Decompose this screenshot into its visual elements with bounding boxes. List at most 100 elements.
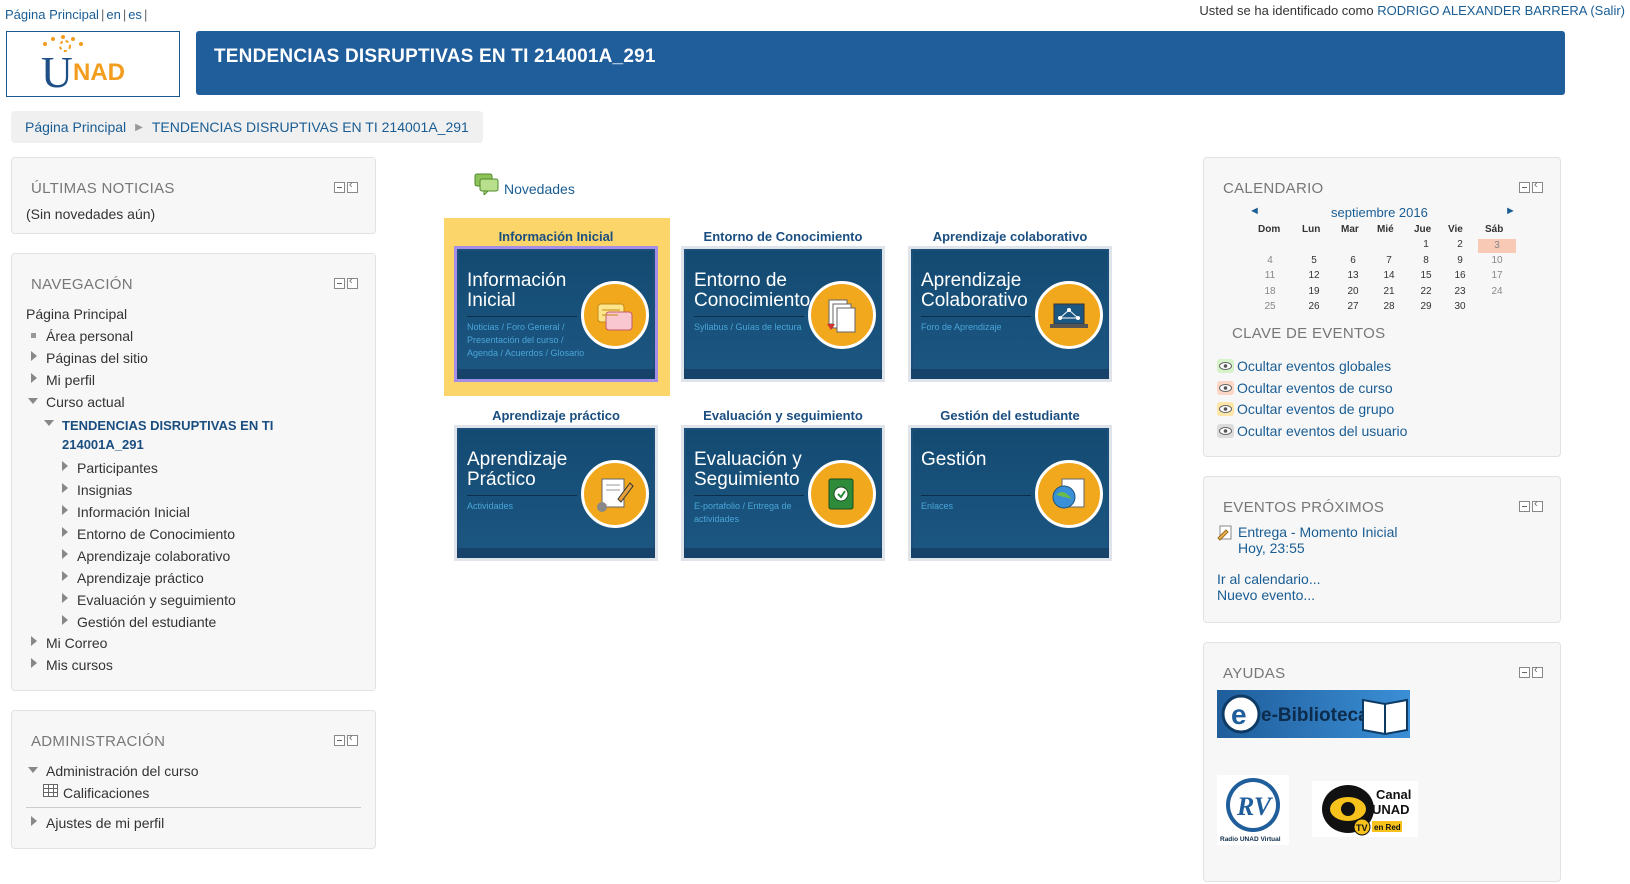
nav-course-item-badges[interactable]: Insignias [77,482,132,498]
calendar-day[interactable]: 23 [1450,286,1470,297]
calendar-day[interactable]: 24 [1487,286,1507,297]
minimize-icon[interactable] [1519,667,1530,678]
nav-course-item-initial-info[interactable]: Información Inicial [77,504,190,520]
nav-site-pages[interactable]: Páginas del sitio [46,350,148,366]
nav-home-link[interactable]: Página Principal [26,306,127,322]
dock-icon[interactable] [1532,664,1543,678]
calendar-next-icon[interactable]: ► [1505,205,1516,217]
calendar-day[interactable]: 29 [1416,301,1436,312]
new-event-link[interactable]: Nuevo evento... [1217,587,1315,603]
calendar-day[interactable]: 2 [1450,239,1470,250]
calendar-day[interactable]: 1 [1416,239,1436,250]
dock-icon[interactable] [347,732,358,746]
calendar-day[interactable]: 11 [1260,270,1280,281]
calendar-day[interactable]: 27 [1343,301,1363,312]
nav-course-item-collab[interactable]: Aprendizaje colaborativo [77,548,230,564]
calendar-day[interactable]: 25 [1260,301,1280,312]
calendar-month[interactable]: septiembre 2016 [1331,205,1428,220]
eye-icon[interactable] [1217,380,1234,395]
minimize-icon[interactable] [334,278,345,289]
expand-arrow-icon[interactable] [31,351,37,361]
calendar-day[interactable]: 19 [1304,286,1324,297]
expand-arrow-icon[interactable] [62,483,68,493]
dock-icon[interactable] [1532,179,1543,193]
breadcrumb-course[interactable]: TENDENCIAS DISRUPTIVAS EN TI 214001A_291 [152,119,469,135]
expand-arrow-icon[interactable] [31,373,37,383]
minimize-icon[interactable] [334,182,345,193]
calendar-day[interactable]: 28 [1379,301,1399,312]
section-tile-5[interactable]: Evaluación y Seguimiento E-portafolio / En… [681,425,885,561]
collapse-arrow-icon[interactable] [44,420,54,426]
admin-course-admin[interactable]: Administración del curso [46,763,199,779]
calendar-day[interactable]: 7 [1379,255,1399,266]
breadcrumb-home[interactable]: Página Principal [25,119,126,135]
calendar-day[interactable]: 15 [1416,270,1436,281]
nav-profile[interactable]: Mi perfil [46,372,95,388]
nav-course-item-practical[interactable]: Aprendizaje práctico [77,570,204,586]
section-tile-4[interactable]: Aprendizaje Práctico Actividades [454,425,658,561]
dock-icon[interactable] [347,179,358,193]
eye-icon[interactable] [1217,402,1234,417]
calendar-day[interactable]: 18 [1260,286,1280,297]
calendar-day[interactable]: 10 [1487,255,1507,266]
section-tile-2[interactable]: Entorno de Conocimiento Syllabus / Guías d… [681,246,885,382]
minimize-icon[interactable] [1519,501,1530,512]
dock-icon[interactable] [347,275,358,289]
calendar-day[interactable]: 21 [1379,286,1399,297]
calendar-day[interactable]: 9 [1450,255,1470,266]
expand-arrow-icon[interactable] [62,549,68,559]
minimize-icon[interactable] [334,735,345,746]
calendar-day[interactable]: 17 [1487,270,1507,281]
unad-logo[interactable]: U NAD [6,31,180,97]
admin-grades-link[interactable]: Calificaciones [63,785,149,801]
ebiblioteca-banner[interactable]: e e-Biblioteca [1217,690,1410,738]
expand-arrow-icon[interactable] [62,615,68,625]
expand-arrow-icon[interactable] [62,571,68,581]
event-key-toggle[interactable]: Ocultar eventos de grupo [1237,401,1394,417]
minimize-icon[interactable] [1519,182,1530,193]
go-calendar-link[interactable]: Ir al calendario... [1217,571,1321,587]
calendar-day[interactable]: 26 [1304,301,1324,312]
section-heading-2[interactable]: Entorno de Conocimiento [678,229,888,244]
nav-course-item-knowledge[interactable]: Entorno de Conocimiento [77,526,235,542]
expand-arrow-icon[interactable] [62,461,68,471]
canal-unad-logo[interactable]: Canal UNAD TV en Red [1312,781,1418,837]
nav-current-course[interactable]: Curso actual [46,394,125,410]
section-heading-4[interactable]: Aprendizaje práctico [451,408,661,423]
calendar-day-today[interactable]: 3 [1478,239,1516,253]
admin-profile-settings[interactable]: Ajustes de mi perfil [46,815,164,831]
calendar-day[interactable]: 6 [1343,255,1363,266]
section-heading-3[interactable]: Aprendizaje colaborativo [905,229,1115,244]
calendar-prev-icon[interactable]: ◄ [1249,205,1260,217]
user-name-link[interactable]: RODRIGO ALEXANDER BARRERA [1377,3,1587,18]
lang-es-link[interactable]: es [128,7,142,22]
event-key-toggle[interactable]: Ocultar eventos de curso [1237,380,1393,396]
collapse-arrow-icon[interactable] [28,767,38,773]
expand-arrow-icon[interactable] [62,593,68,603]
nav-my-courses[interactable]: Mis cursos [46,657,113,673]
expand-arrow-icon[interactable] [62,505,68,515]
news-forum-link[interactable]: Novedades [504,181,575,197]
calendar-day[interactable]: 5 [1304,255,1324,266]
expand-arrow-icon[interactable] [62,527,68,537]
lang-en-link[interactable]: en [106,7,120,22]
section-tile-1[interactable]: Información Inicial Noticias / Foro Genera… [454,246,658,382]
event-key-toggle[interactable]: Ocultar eventos del usuario [1237,423,1407,439]
logout-link[interactable]: (Salir) [1590,3,1625,18]
expand-arrow-icon[interactable] [31,816,37,826]
radio-unad-logo[interactable]: RV Radio UNAD Virtual [1217,775,1289,845]
expand-arrow-icon[interactable] [31,636,37,646]
calendar-day[interactable]: 13 [1343,270,1363,281]
upcoming-event-time[interactable]: Hoy, 23:55 [1238,540,1305,556]
top-home-link[interactable]: Página Principal [5,7,99,22]
event-key-toggle[interactable]: Ocultar eventos globales [1237,358,1391,374]
section-tile-6[interactable]: Gestión Enlaces [908,425,1112,561]
nav-course-item-evaluation[interactable]: Evaluación y seguimiento [77,592,236,608]
calendar-day[interactable]: 30 [1450,301,1470,312]
section-tile-3[interactable]: Aprendizaje Colaborativo Foro de Aprendiza… [908,246,1112,382]
dock-icon[interactable] [1532,498,1543,512]
upcoming-event-link[interactable]: Entrega - Momento Inicial [1238,524,1398,540]
calendar-day[interactable]: 8 [1416,255,1436,266]
calendar-day[interactable]: 20 [1343,286,1363,297]
nav-course-link[interactable]: TENDENCIAS DISRUPTIVAS EN TI 214001A_291 [62,416,273,454]
